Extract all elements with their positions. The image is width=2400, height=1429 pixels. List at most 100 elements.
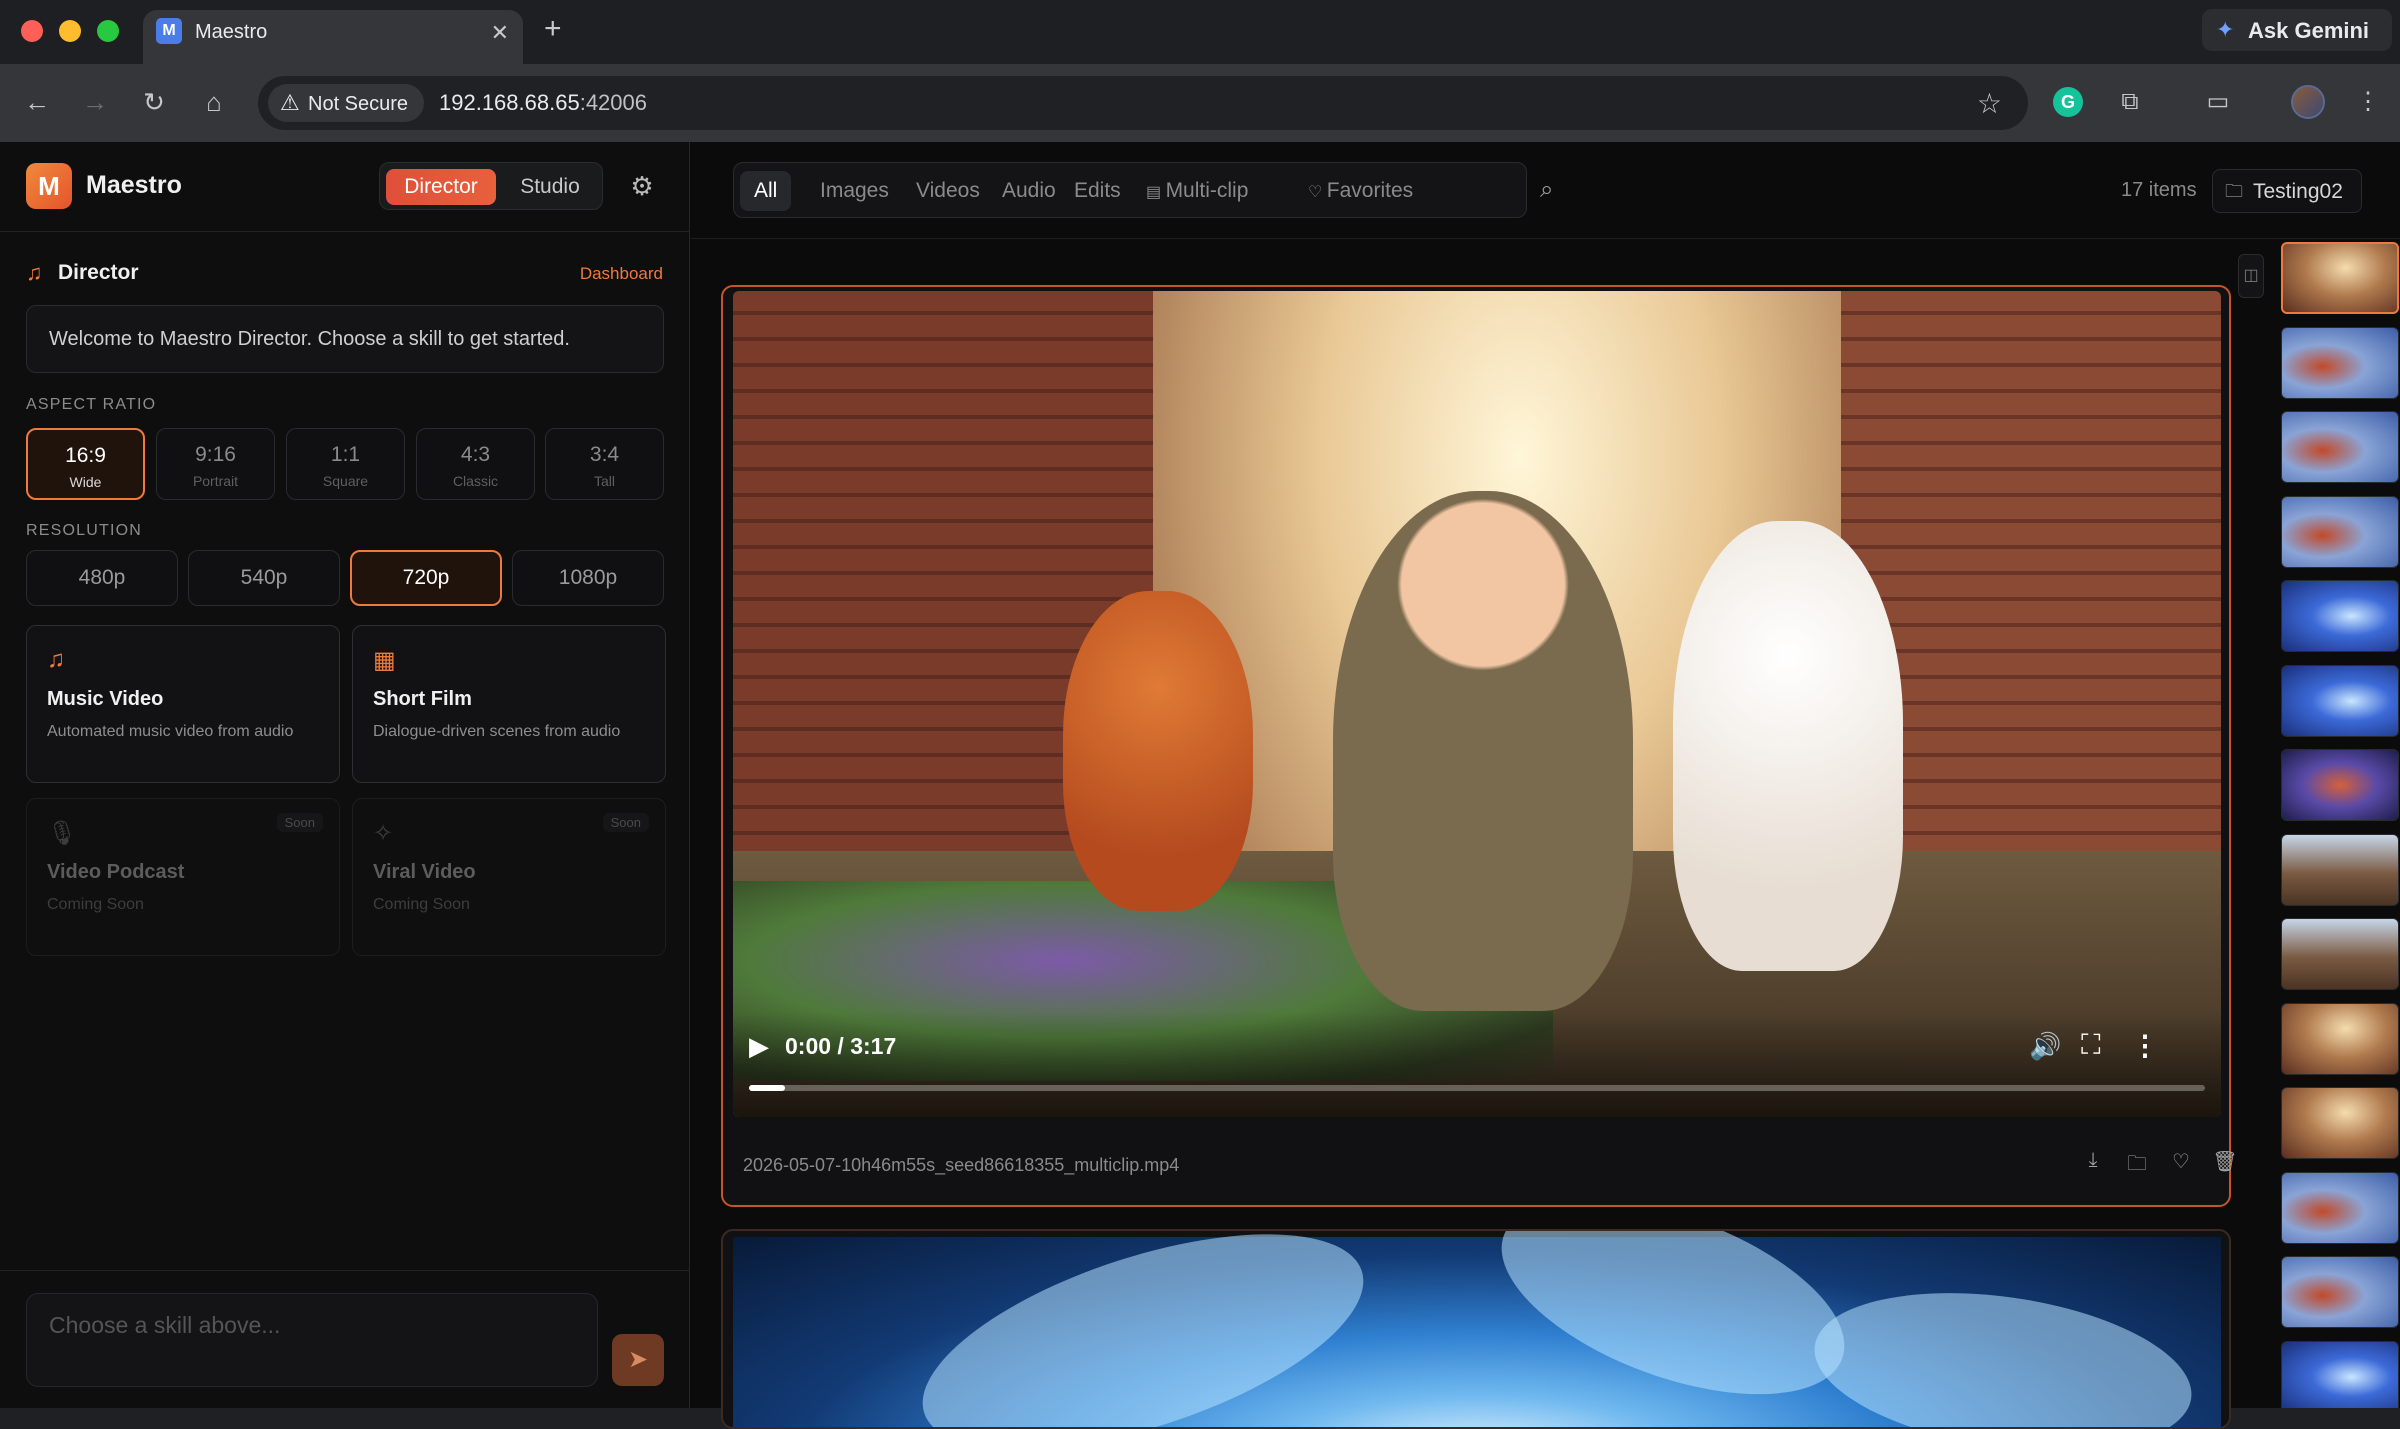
move-to-folder-icon[interactable]: 🗀 xyxy=(2123,1149,2151,1183)
resolution-540p[interactable]: 540p xyxy=(188,550,340,606)
bookmark-star-icon[interactable]: ☆ xyxy=(1977,87,2002,120)
filter-favorites[interactable]: ♡ Favorites xyxy=(1294,171,1427,211)
video-player[interactable]: ▶ 0:00 / 3:17 🔊 ⛶ ⋮ xyxy=(733,291,2221,1117)
ask-gemini-label: Ask Gemini xyxy=(2248,18,2370,43)
new-tab-icon[interactable]: + xyxy=(544,14,562,44)
search-icon[interactable]: ⌕ xyxy=(1540,176,1553,204)
send-icon[interactable]: ➤ xyxy=(612,1334,664,1386)
settings-gear-icon[interactable]: ⚙ xyxy=(626,170,658,202)
tab-close-icon[interactable]: ✕ xyxy=(491,20,509,46)
video-frame-dragon xyxy=(1063,591,1253,911)
gallery-thumbnail[interactable] xyxy=(2281,495,2399,568)
resolution-480p[interactable]: 480p xyxy=(26,550,178,606)
gallery-thumbnail[interactable] xyxy=(2281,242,2399,314)
heart-icon: ♡ xyxy=(1308,184,1327,201)
browser-menu-icon[interactable]: ⋮ xyxy=(2351,85,2385,119)
fullscreen-icon[interactable]: ⛶ xyxy=(2081,1029,2101,1062)
gallery-thumbnail[interactable] xyxy=(2281,1002,2399,1075)
resolution-1080p[interactable]: 1080p xyxy=(512,550,664,606)
favorite-heart-icon[interactable]: ♡ xyxy=(2167,1149,2195,1174)
dashboard-link[interactable]: Dashboard xyxy=(580,264,663,284)
video-filename: 2026-05-07-10h46m55s_seed86618355_multic… xyxy=(743,1155,1180,1175)
section-title: Director xyxy=(58,261,139,284)
folder-selector[interactable]: 🗀 Testing02 xyxy=(2212,169,2362,213)
gallery-thumbnail[interactable] xyxy=(2281,411,2399,483)
aspect-ratio-16-9[interactable]: 16:9 Wide xyxy=(26,428,145,500)
aspect-ratio-4-3[interactable]: 4:3 Classic xyxy=(416,428,535,500)
ratio-value: 16:9 xyxy=(65,444,106,467)
ratio-name: Classic xyxy=(452,473,499,489)
volume-icon[interactable]: 🔊 xyxy=(2029,1031,2061,1062)
collapse-sidebar-icon[interactable]: ◫ xyxy=(2238,254,2264,298)
reload-icon[interactable]: ↻ xyxy=(137,85,171,119)
gemini-sparkle-icon: ✦ xyxy=(2216,17,2235,42)
gallery-thumbnail[interactable] xyxy=(2281,749,2399,821)
skill-music-video[interactable]: ♫ Music Video Automated music video from… xyxy=(26,625,340,783)
chat-input[interactable] xyxy=(26,1293,598,1387)
filter-all[interactable]: All xyxy=(740,171,792,211)
security-label: Not Secure xyxy=(308,93,409,115)
item-count: 17 items xyxy=(2121,179,2197,201)
petal-shape xyxy=(897,1231,1389,1427)
extensions-puzzle-icon[interactable]: ⧉ xyxy=(2113,85,2147,119)
gallery-video-card[interactable] xyxy=(721,1229,2231,1429)
forward-arrow-icon[interactable]: → xyxy=(78,85,112,119)
url-text[interactable]: 192.168.68.65:42006 xyxy=(439,90,647,116)
gallery-thumbnail[interactable] xyxy=(2281,1087,2399,1159)
filter-multi-clip[interactable]: ▤ Multi-clip xyxy=(1132,171,1262,211)
back-arrow-icon[interactable]: ← xyxy=(20,85,54,119)
more-options-icon[interactable]: ⋮ xyxy=(2131,1029,2159,1062)
mode-studio-button[interactable]: Studio xyxy=(502,169,598,205)
featured-video-card[interactable]: ▶ 0:00 / 3:17 🔊 ⛶ ⋮ 2026-05-07-10h46m55s… xyxy=(721,285,2238,1207)
tab-search-icon[interactable]: ▭ xyxy=(2201,85,2235,119)
filter-audio[interactable]: Audio xyxy=(988,171,1070,211)
filter-favorites-label: Favorites xyxy=(1326,179,1414,202)
app-name: Maestro xyxy=(86,171,182,199)
gallery-thumbnail[interactable] xyxy=(2281,580,2399,652)
sparkle-icon: ✧ xyxy=(373,820,394,847)
aspect-ratio-3-4[interactable]: 3:4 Tall xyxy=(545,428,664,500)
ask-gemini-button[interactable]: ✦ Ask Gemini xyxy=(2202,9,2392,51)
url-port: :42006 xyxy=(579,90,647,115)
video-frame-unicorn xyxy=(1673,521,1903,971)
home-icon[interactable]: ⌂ xyxy=(197,85,231,119)
window-close-button[interactable] xyxy=(21,20,43,42)
gallery-thumbnail[interactable] xyxy=(2281,833,2399,906)
aspect-ratio-9-16[interactable]: 9:16 Portrait xyxy=(156,428,275,500)
gallery-thumbnail[interactable] xyxy=(2281,918,2399,990)
skill-description: Automated music video from audio xyxy=(47,723,294,740)
gallery-thumbnail[interactable] xyxy=(2281,664,2399,737)
grammarly-icon[interactable]: G xyxy=(2053,87,2087,121)
delete-trash-icon[interactable]: 🗑 xyxy=(2211,1149,2239,1174)
browser-tab-maestro[interactable]: M Maestro ✕ xyxy=(143,10,523,64)
play-icon[interactable]: ▶ xyxy=(749,1031,769,1062)
video-progress-bar[interactable] xyxy=(749,1085,2205,1091)
gallery-thumbnail[interactable] xyxy=(2281,1340,2399,1408)
thumbnail-strip xyxy=(2273,238,2400,1408)
mode-toggle: Director Studio xyxy=(379,162,603,210)
address-bar[interactable]: ⚠ Not Secure 192.168.68.65:42006 ☆ xyxy=(258,76,2028,130)
aspect-ratio-1-1[interactable]: 1:1 Square xyxy=(286,428,405,500)
music-note-icon: ♫ xyxy=(26,260,43,285)
window-minimize-button[interactable] xyxy=(59,20,81,42)
profile-avatar[interactable] xyxy=(2291,85,2325,119)
security-indicator[interactable]: ⚠ Not Secure xyxy=(268,84,424,122)
video-frame-boy xyxy=(1333,491,1633,1011)
window-maximize-button[interactable] xyxy=(97,20,119,42)
skill-description: Coming Soon xyxy=(373,896,470,913)
skill-short-film[interactable]: ▦ Short Film Dialogue-driven scenes from… xyxy=(352,625,666,783)
mode-director-button[interactable]: Director xyxy=(386,169,496,205)
ratio-value: 3:4 xyxy=(589,443,620,466)
gallery-thumbnail[interactable] xyxy=(2281,326,2399,399)
download-icon[interactable]: ⤓ xyxy=(2079,1149,2107,1172)
filter-videos[interactable]: Videos xyxy=(902,171,994,211)
url-host: 192.168.68.65 xyxy=(439,90,580,115)
filter-images[interactable]: Images xyxy=(806,171,903,211)
gallery-thumbnail[interactable] xyxy=(2281,1171,2399,1244)
skill-title: Music Video xyxy=(47,688,164,710)
browser-toolbar: ← → ↻ ⌂ ⚠ Not Secure 192.168.68.65:42006… xyxy=(0,64,2400,142)
resolution-720p[interactable]: 720p xyxy=(350,550,502,606)
filter-edits[interactable]: Edits xyxy=(1060,171,1135,211)
skill-title: Video Podcast xyxy=(47,861,185,883)
gallery-thumbnail[interactable] xyxy=(2281,1256,2399,1328)
